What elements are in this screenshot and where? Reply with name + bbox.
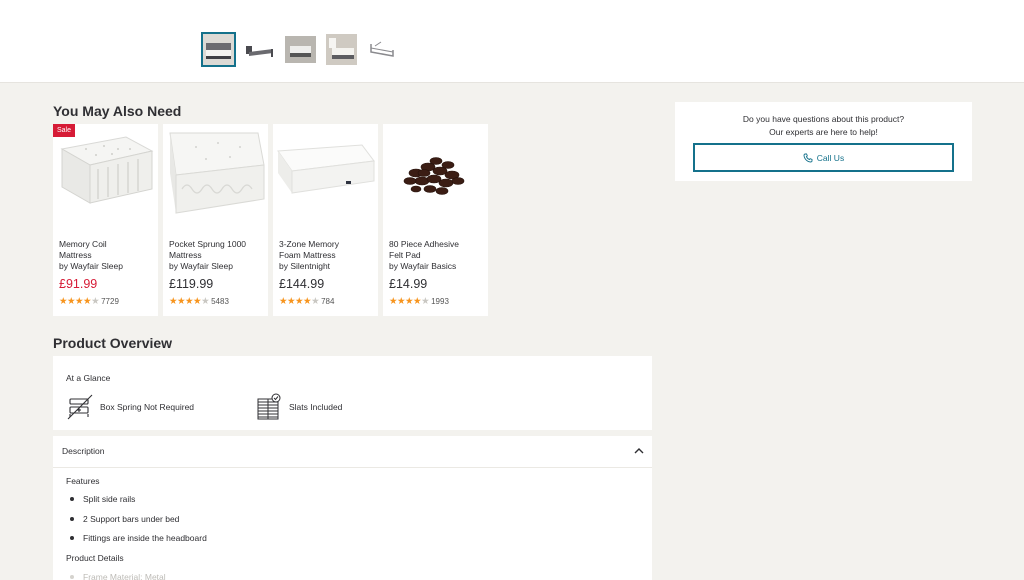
product-name-line: 3-Zone Memory — [279, 239, 339, 249]
recommended-products: Sale Memory Coil Mattress by Wayfair Sle… — [53, 124, 488, 316]
product-name[interactable]: Memory Coil Mattress by Wayfair Sleep — [59, 239, 155, 272]
glance-label: Slats Included — [289, 402, 343, 412]
star-rating-icon: ★★★★★ — [169, 296, 210, 307]
product-name-line: 80 Piece Adhesive — [389, 239, 459, 249]
thumbnail-row — [201, 32, 400, 67]
product-card[interactable]: 3-Zone Memory Foam Mattress by Silentnig… — [273, 124, 378, 316]
thumbnail-2[interactable] — [242, 32, 277, 67]
list-item: Fittings are inside the headboard — [70, 533, 207, 553]
product-card[interactable]: Sale Memory Coil Mattress by Wayfair Sle… — [53, 124, 158, 316]
product-gallery-strip — [0, 0, 1024, 83]
bed-frame-icon — [246, 46, 273, 57]
expert-help-panel: Do you have questions about this product… — [675, 102, 972, 181]
you-may-also-need-heading: You May Also Need — [53, 103, 182, 119]
product-name-line: Pocket Sprung 1000 — [169, 239, 247, 249]
product-rating: ★★★★★ 1993 — [389, 296, 449, 307]
felt-pads-image — [403, 157, 464, 195]
product-image[interactable] — [163, 124, 268, 224]
box-spring-icon — [67, 394, 93, 420]
slats-icon — [257, 393, 281, 420]
mattress-image — [60, 136, 153, 204]
product-image[interactable] — [273, 124, 378, 224]
product-brand: by Wayfair Sleep — [59, 261, 123, 271]
product-name[interactable]: Pocket Sprung 1000 Mattress by Wayfair S… — [169, 239, 265, 272]
thumbnail-4[interactable] — [324, 32, 359, 67]
phone-icon — [803, 153, 813, 162]
description-toggle[interactable]: Description — [62, 446, 105, 456]
product-rating: ★★★★★ 5483 — [169, 296, 229, 307]
product-rating: ★★★★★ 7729 — [59, 296, 119, 307]
product-name[interactable]: 80 Piece Adhesive Felt Pad by Wayfair Ba… — [389, 239, 485, 272]
at-a-glance-title: At a Glance — [66, 373, 111, 383]
product-price: £14.99 — [389, 277, 428, 291]
bed-photo-icon — [203, 34, 234, 65]
product-name-line: Mattress — [59, 250, 92, 260]
list-item: Split side rails — [70, 494, 207, 514]
rating-count: 784 — [321, 297, 335, 306]
product-image[interactable] — [53, 124, 158, 224]
list-item: 2 Support bars under bed — [70, 514, 207, 534]
product-rating: ★★★★★ 784 — [279, 296, 334, 307]
expert-help-text: Do you have questions about this product… — [675, 113, 972, 139]
thumbnail-3[interactable] — [283, 32, 318, 67]
expert-question: Do you have questions about this product… — [742, 114, 905, 124]
bed-frame-sketch-icon — [370, 41, 394, 57]
product-name-line: Felt Pad — [389, 250, 421, 260]
bedroom-icon — [285, 36, 316, 63]
product-brand: by Wayfair Sleep — [169, 261, 233, 271]
glance-label: Box Spring Not Required — [100, 402, 195, 412]
product-name[interactable]: 3-Zone Memory Foam Mattress by Silentnig… — [279, 239, 375, 272]
product-name-line: Mattress — [169, 250, 202, 260]
product-card[interactable]: 80 Piece Adhesive Felt Pad by Wayfair Ba… — [383, 124, 488, 316]
features-heading: Features — [66, 476, 100, 486]
features-list: Split side rails 2 Support bars under be… — [70, 494, 207, 553]
expert-subtext: Our experts are here to help! — [769, 127, 878, 137]
rating-count: 1993 — [431, 297, 449, 306]
at-a-glance-panel: At a Glance Box Spring Not Required Slat… — [53, 356, 652, 430]
thumbnail-5[interactable] — [365, 32, 400, 67]
star-rating-icon: ★★★★★ — [279, 296, 320, 307]
glance-item-slats: Slats Included — [256, 393, 342, 421]
glance-item-box-spring: Box Spring Not Required — [67, 393, 194, 421]
star-rating-icon: ★★★★★ — [389, 296, 430, 307]
product-image[interactable] — [383, 124, 488, 224]
bedroom-icon — [326, 34, 357, 65]
product-overview-heading: Product Overview — [53, 335, 173, 351]
product-price: £91.99 — [59, 277, 98, 291]
rating-count: 7729 — [101, 297, 119, 306]
product-name-line: Foam Mattress — [279, 250, 336, 260]
sale-badge: Sale — [53, 124, 76, 137]
product-brand: by Wayfair Basics — [389, 261, 457, 271]
rating-count: 5483 — [211, 297, 229, 306]
product-card[interactable]: Pocket Sprung 1000 Mattress by Wayfair S… — [163, 124, 268, 316]
chevron-up-icon[interactable] — [633, 445, 645, 457]
list-item: Frame Material: Metal — [70, 572, 166, 580]
product-name-line: Memory Coil — [59, 239, 107, 249]
mattress-image — [168, 132, 265, 214]
product-price: £144.99 — [279, 277, 325, 291]
thumbnail-1[interactable] — [201, 32, 236, 67]
mattress-image — [276, 144, 375, 194]
star-rating-icon: ★★★★★ — [59, 296, 100, 307]
product-details-heading: Product Details — [66, 553, 124, 563]
call-us-label: Call Us — [816, 152, 845, 163]
product-price: £119.99 — [169, 277, 214, 291]
call-us-button[interactable]: Call Us — [693, 143, 954, 172]
divider — [53, 467, 652, 468]
description-panel: Description Features Split side rails 2 … — [53, 436, 652, 580]
product-brand: by Silentnight — [279, 261, 331, 271]
